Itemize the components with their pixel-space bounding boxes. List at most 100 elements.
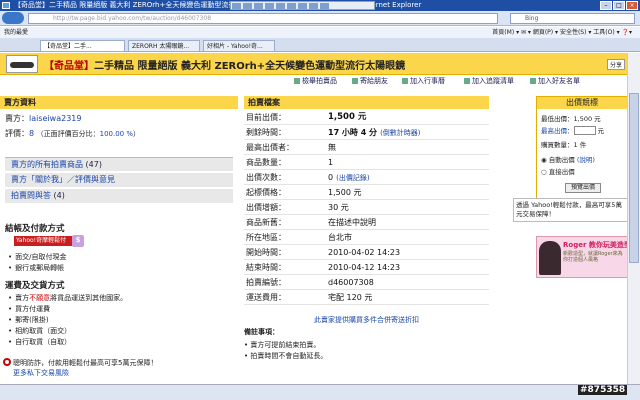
auction-row: 目前出價： 1,500 元 (244, 110, 489, 125)
auction-row-label: 運送費用： (246, 293, 286, 302)
auction-row-label: 起標價格： (246, 188, 286, 197)
quantity-row: 購買數量：1 件 (541, 141, 587, 149)
command-bar[interactable]: 首頁(M) ▾ ✉ ▾ 網頁(P) ▾ 安全性(S) ▾ 工具(O) ▾ ❓▾ (492, 27, 632, 38)
report-link[interactable]: 檢舉拍賣品 (294, 75, 337, 87)
payment-heading: 結帳及付款方式 (5, 224, 65, 234)
shipping-method: 自行取貨（自取） (8, 337, 71, 347)
auction-row-value: 17 小時 4 分 (倒數計時器) (328, 128, 421, 137)
favorites-bar: 我的最愛 首頁(M) ▾ ✉ ▾ 網頁(P) ▾ 安全性(S) ▾ 工具(O) … (0, 27, 640, 38)
ie-icon (2, 2, 10, 9)
maximize-button[interactable]: □ (613, 1, 625, 10)
bid-panel: 出價競標 最低出價：1,500 元 最高出價： 元 購買數量：1 件 ◉ 自動出… (536, 96, 628, 212)
quick-toolbar[interactable] (230, 1, 375, 10)
share-button[interactable]: 分享 (606, 59, 625, 70)
auction-row: 出價增額： 30 元 (244, 200, 489, 215)
auction-row-value: 30 元 (328, 203, 349, 212)
vertical-scrollbar[interactable] (627, 53, 640, 384)
favorites-button[interactable]: 我的最愛 (4, 27, 28, 38)
status-bar (0, 384, 640, 400)
shipping-method: 郵寄(限掛) (8, 315, 48, 325)
search-input[interactable]: Bing (510, 13, 635, 24)
seller-name-row: 賣方：laiseiwa2319 (5, 114, 82, 123)
auction-row-value: 宅配 120 元 (328, 293, 373, 302)
window-title-bar: 【奇品堂】二手精品 限量絕版 義大利 ZEROrh+全天候變色運動型流行太陽眼鏡… (0, 0, 640, 11)
payment-method: 銀行或郵局轉帳 (8, 263, 64, 273)
max-bid-row: 最高出價： 元 (541, 126, 605, 135)
tab-zero[interactable]: ZERORH 太陽眼鏡... (128, 40, 200, 51)
item-actions: 檢舉拍賣品 寄給朋友 加入行事曆 加入追蹤清單 加入好友名單 (0, 75, 627, 87)
auction-row-label: 商品新舊： (246, 218, 286, 227)
auction-row: 出價次數： 0 (出價記錄) (244, 170, 489, 185)
mail-friend-link[interactable]: 寄給朋友 (352, 75, 388, 87)
max-bid-input[interactable] (573, 126, 596, 135)
tab-bar: 【奇品堂】二手... ZERORH 太陽眼鏡... 好相片 - Yahoo!奇.… (0, 38, 640, 52)
ad-title: Roger 教你玩美造型 (563, 241, 631, 249)
item-thumbnail[interactable] (6, 55, 38, 73)
auction-row: 運送費用： 宅配 120 元 (244, 290, 489, 305)
sunglasses-icon (10, 62, 34, 68)
auction-row-value: 台北市 (328, 233, 352, 242)
bid-heading: 出價競標 (537, 97, 627, 109)
auction-row-label: 目前出價： (246, 113, 286, 122)
url-field[interactable]: http://tw.page.bid.yahoo.com/tw/auction/… (28, 13, 498, 24)
auction-row: 拍賣編號： d46007308 (244, 275, 489, 290)
auction-row: 商品數量： 1 (244, 155, 489, 170)
ad-banner[interactable]: Roger 教你玩美造型 新歡造型，就讓Roger來為你打造個人風格 (536, 236, 631, 278)
auction-row-label: 拍賣編號： (246, 278, 286, 287)
auction-row-value: 無 (328, 143, 336, 152)
auction-row-value: 2010-04-02 14:23 (328, 248, 401, 257)
auction-row: 商品新舊： 在描述中說明 (244, 215, 489, 230)
seller-about-link[interactable]: 賣方「關於我」／評價與意見 (5, 173, 233, 187)
auction-row: 所在地區： 台北市 (244, 230, 489, 245)
auction-row-value: 1,500 元 (328, 112, 367, 122)
item-title: 【奇品堂】二手精品 限量絕版 義大利 ZEROrh+全天候變色運動型流行太陽眼鏡 (44, 61, 406, 72)
payment-method: 面交/自取付現金 (8, 252, 66, 262)
preview-bid-button[interactable]: 預覽出價 (565, 183, 601, 193)
lowest-bid-row: 最低出價：1,500 元 (541, 115, 601, 123)
auction-heading: 拍賣檔案 (244, 96, 489, 109)
easy-pay-badge[interactable]: Yahoo!奇摩輕鬆付 $ (14, 235, 84, 247)
shipping-note: 賣方不願意將貨品運送到其他國家。 (8, 293, 127, 303)
auto-bid-radio[interactable]: ◉ 自動出價 (說明) (541, 154, 595, 164)
calendar-link[interactable]: 加入行事曆 (402, 75, 445, 87)
direct-bid-radio[interactable]: ○ 直接出價 (541, 166, 575, 176)
tab-photo[interactable]: 好相片 - Yahoo!奇... (203, 40, 275, 51)
easy-pay-tip: 透過 Yahoo!輕鬆付款，最高可享5萬元交易保障！ (513, 198, 628, 222)
auction-row-extra-link[interactable]: (倒數計時器) (380, 129, 420, 137)
note-item: • 拍賣時間不會自動延長。 (244, 352, 328, 360)
shipping-method: 買方付運費 (8, 304, 50, 314)
auction-row-label: 結束時間： (246, 263, 286, 272)
risk-link[interactable]: 更多私下交易風險 (13, 369, 69, 377)
auction-row-value: 1 (328, 158, 334, 167)
tab-auction[interactable]: 【奇品堂】二手... (40, 40, 125, 51)
close-button[interactable]: × (626, 1, 638, 10)
combine-shipping-link[interactable]: 此賣家提供購買多件合併寄送折扣 (244, 315, 489, 325)
fraud-warning: 聰明防詐，付款用輕鬆付最高可享5萬元保障！ 更多私下交易風險 (3, 358, 157, 378)
auction-row: 最高出價者： 無 (244, 140, 489, 155)
auction-row-value: 在描述中說明 (328, 218, 376, 227)
watchlist-link[interactable]: 加入追蹤清單 (464, 75, 514, 87)
notes-heading: 備註事項： (244, 328, 279, 336)
auction-row-label: 出價增額： (246, 203, 286, 212)
seller-heading: 賣方資料 (0, 96, 238, 109)
no-entry-icon (3, 358, 11, 366)
auction-row: 起標價格： 1,500 元 (244, 185, 489, 200)
auction-row-value: 1,500 元 (328, 188, 362, 197)
ad-photo (539, 241, 561, 275)
auction-row-label: 所在地區： (246, 233, 286, 242)
auction-row-extra-link[interactable]: (出價記錄) (336, 174, 369, 182)
scroll-thumb[interactable] (629, 93, 639, 263)
auction-row-label: 出價次數： (246, 173, 286, 182)
friend-list-link[interactable]: 加入好友名單 (530, 75, 580, 87)
ad-body: 新歡造型，就讓Roger來為你打造個人風格 (563, 251, 623, 263)
item-title-bar: 【奇品堂】二手精品 限量絕版 義大利 ZEROrh+全天候變色運動型流行太陽眼鏡… (0, 53, 627, 75)
rating-value[interactable]: 8 (29, 129, 34, 138)
seller-all-items-link[interactable]: 賣方的所有拍賣商品 (47) (5, 157, 233, 171)
qa-link[interactable]: 拍賣問與答 (4) (5, 189, 233, 203)
minimize-button[interactable]: – (600, 1, 612, 10)
auction-row-label: 商品數量： (246, 158, 286, 167)
auction-row-value: 2010-04-12 14:23 (328, 263, 401, 272)
back-forward-icon[interactable] (2, 12, 24, 24)
seller-name-link[interactable]: laiseiwa2319 (29, 114, 81, 123)
dollar-icon: $ (72, 235, 84, 247)
